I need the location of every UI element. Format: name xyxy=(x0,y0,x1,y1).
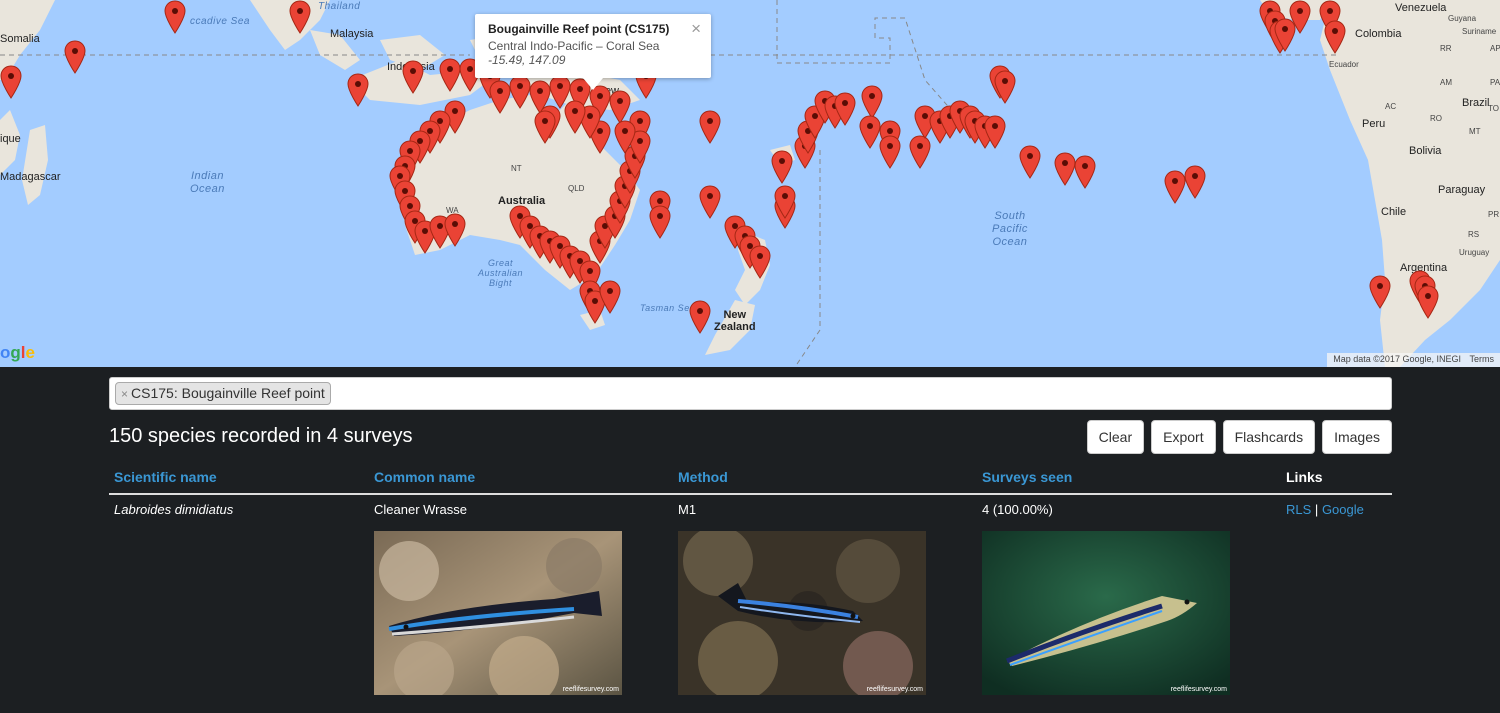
infowindow-title: Bougainville Reef point (CS175) xyxy=(488,22,670,36)
map-marker-icon[interactable] xyxy=(614,120,636,154)
map-marker-icon[interactable] xyxy=(774,185,796,219)
flashcards-button[interactable]: Flashcards xyxy=(1222,420,1316,454)
infowindow-close-icon[interactable]: × xyxy=(691,19,701,39)
results-summary: 150 species recorded in 4 surveys xyxy=(109,425,413,447)
cell-surveys-seen: 4 (100.00%) xyxy=(982,502,1053,517)
map-marker-icon[interactable] xyxy=(699,110,721,144)
map-marker-icon[interactable] xyxy=(771,150,793,184)
species-photo-1[interactable]: reeflifesurvey.com xyxy=(374,531,622,695)
fish-photo-image xyxy=(982,531,1230,695)
map-marker-icon[interactable] xyxy=(0,65,22,99)
map-marker-icon[interactable] xyxy=(599,280,621,314)
column-header-surveys-seen[interactable]: Surveys seen xyxy=(982,469,1072,485)
map-marker-icon[interactable] xyxy=(289,0,311,34)
export-button[interactable]: Export xyxy=(1151,420,1216,454)
link-separator: | xyxy=(1314,502,1319,517)
map-marker-icon[interactable] xyxy=(439,58,461,92)
selected-site-tag: × CS175: Bougainville Reef point xyxy=(115,382,331,405)
map-marker-icon[interactable] xyxy=(984,115,1006,149)
photo-credit: reeflifesurvey.com xyxy=(562,686,619,693)
map[interactable]: Somalia Madagascar ique Indian Ocean Mal… xyxy=(0,0,1500,367)
map-marker-icon[interactable] xyxy=(1019,145,1041,179)
clear-button[interactable]: Clear xyxy=(1086,420,1145,454)
map-marker-icon[interactable] xyxy=(689,300,711,334)
attribution-text: Map data ©2017 Google, INEGI xyxy=(1333,354,1461,364)
map-marker-icon[interactable] xyxy=(1184,165,1206,199)
column-header-method[interactable]: Method xyxy=(678,469,728,485)
map-marker-icon[interactable] xyxy=(534,110,556,144)
map-marker-icon[interactable] xyxy=(1054,152,1076,186)
map-infowindow: Bougainville Reef point (CS175) Central … xyxy=(475,14,711,90)
column-header-scientific-name[interactable]: Scientific name xyxy=(114,469,217,485)
map-marker-icon[interactable] xyxy=(879,135,901,169)
map-marker-icon[interactable] xyxy=(749,245,771,279)
map-marker-icon[interactable] xyxy=(1369,275,1391,309)
table-header: Scientific name Common name Method Surve… xyxy=(109,469,1392,495)
cell-links: RLS | Google xyxy=(1286,502,1364,517)
map-marker-icon[interactable] xyxy=(609,90,631,124)
cell-common-name: Cleaner Wrasse xyxy=(374,502,467,517)
terms-link[interactable]: Terms xyxy=(1470,354,1495,364)
map-marker-icon[interactable] xyxy=(1074,155,1096,189)
infowindow-coords: -15.49, 147.09 xyxy=(488,53,566,67)
tag-label: CS175: Bougainville Reef point xyxy=(131,385,325,401)
map-marker-icon[interactable] xyxy=(402,60,424,94)
column-header-links: Links xyxy=(1286,469,1323,485)
species-photo-3[interactable]: reeflifesurvey.com xyxy=(982,531,1230,695)
map-marker-icon[interactable] xyxy=(1164,170,1186,204)
cell-method: M1 xyxy=(678,502,697,517)
map-marker-layer[interactable] xyxy=(0,0,1500,367)
map-marker-icon[interactable] xyxy=(164,0,186,34)
map-marker-icon[interactable] xyxy=(347,73,369,107)
action-buttons: Clear Export Flashcards Images xyxy=(1086,420,1392,454)
map-marker-icon[interactable] xyxy=(994,70,1016,104)
site-search-input[interactable]: × CS175: Bougainville Reef point xyxy=(109,377,1392,410)
species-photo-2[interactable]: reeflifesurvey.com xyxy=(678,531,926,695)
map-marker-icon[interactable] xyxy=(834,92,856,126)
cell-scientific-name: Labroides dimidiatus xyxy=(114,502,234,517)
map-marker-icon[interactable] xyxy=(509,75,531,109)
map-marker-icon[interactable] xyxy=(1289,0,1311,34)
map-marker-icon[interactable] xyxy=(1417,285,1439,319)
google-logo: ogle xyxy=(0,343,35,362)
fish-photo-image xyxy=(374,531,622,695)
photo-credit: reeflifesurvey.com xyxy=(866,686,923,693)
fish-photo-image xyxy=(678,531,926,695)
map-marker-icon[interactable] xyxy=(1324,20,1346,54)
map-marker-icon[interactable] xyxy=(859,115,881,149)
map-marker-icon[interactable] xyxy=(699,185,721,219)
google-link[interactable]: Google xyxy=(1322,502,1364,517)
tag-remove-icon[interactable]: × xyxy=(121,387,128,401)
map-attribution: Map data ©2017 Google, INEGI Terms xyxy=(1327,353,1500,367)
photo-credit: reeflifesurvey.com xyxy=(1170,686,1227,693)
infowindow-subtitle: Central Indo-Pacific – Coral Sea xyxy=(488,39,660,53)
images-button[interactable]: Images xyxy=(1322,420,1392,454)
map-marker-icon[interactable] xyxy=(909,135,931,169)
map-marker-icon[interactable] xyxy=(861,85,883,119)
map-marker-icon[interactable] xyxy=(649,205,671,239)
rls-link[interactable]: RLS xyxy=(1286,502,1311,517)
map-marker-icon[interactable] xyxy=(444,213,466,247)
map-marker-icon[interactable] xyxy=(489,80,511,114)
map-marker-icon[interactable] xyxy=(64,40,86,74)
map-marker-icon[interactable] xyxy=(564,100,586,134)
column-header-common-name[interactable]: Common name xyxy=(374,469,475,485)
